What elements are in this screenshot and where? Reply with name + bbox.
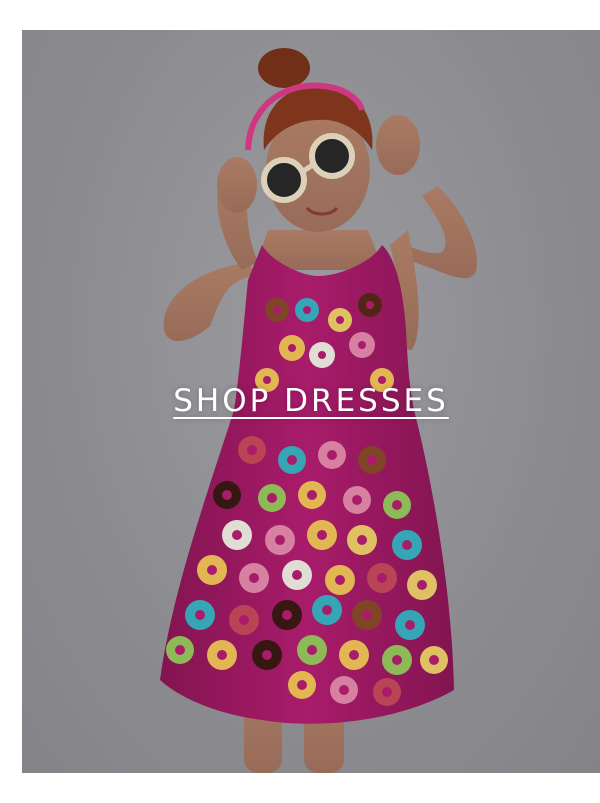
shop-dresses-link[interactable]: SHOP DRESSES	[166, 382, 456, 420]
promo-banner[interactable]: SHOP DRESSES	[22, 30, 600, 773]
